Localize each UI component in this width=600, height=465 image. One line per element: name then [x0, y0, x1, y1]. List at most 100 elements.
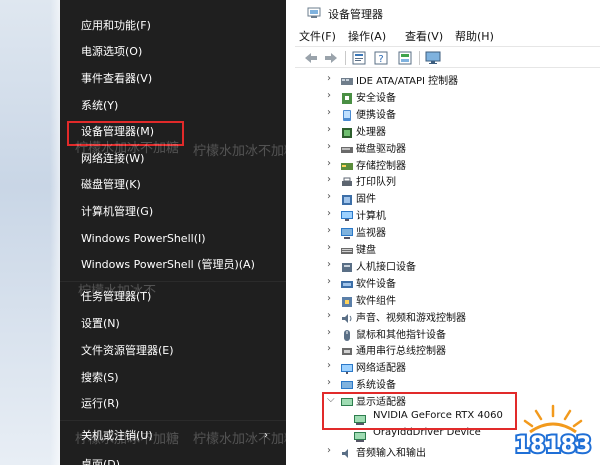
- tree-category[interactable]: › 固件: [295, 189, 600, 206]
- tree-category-label: 人机接口设备: [356, 261, 416, 273]
- winx-menu: 应用和功能(F) 电源选项(O) 事件查看器(V) 系统(Y) 设备管理器(M) 网络连接…: [60, 0, 286, 465]
- portable-device-icon: [340, 107, 354, 121]
- chevron-right-icon[interactable]: ›: [327, 141, 337, 152]
- properties-icon[interactable]: [351, 50, 367, 66]
- chevron-right-icon[interactable]: ›: [327, 310, 337, 321]
- tree-category[interactable]: › 网络适配器: [295, 358, 600, 375]
- tree-category[interactable]: › 软件组件: [295, 291, 600, 308]
- tree-category-label: 通用串行总线控制器: [356, 346, 446, 358]
- computer-icon: [340, 208, 354, 222]
- chevron-right-icon[interactable]: ›: [327, 259, 337, 270]
- tree-category[interactable]: › 软件设备: [295, 274, 600, 291]
- winx-menu-item[interactable]: 桌面(D): [81, 455, 120, 465]
- chevron-right-icon[interactable]: ›: [327, 175, 337, 185]
- processor-icon: [340, 124, 354, 138]
- title-bar: 设备管理器: [295, 0, 600, 26]
- tree-category[interactable]: › 鼠标和其他指针设备: [295, 325, 600, 342]
- system-device-icon: [340, 377, 354, 390]
- monitor-scan-icon[interactable]: [425, 50, 441, 66]
- chevron-right-icon[interactable]: ›: [327, 361, 337, 371]
- tree-category[interactable]: › 安全设备: [295, 88, 600, 105]
- tree-category-label: 磁盘驱动器: [356, 143, 406, 155]
- storage-controller-icon: [340, 158, 354, 171]
- chevron-right-icon[interactable]: ›: [327, 90, 337, 101]
- chevron-right-icon[interactable]: ›: [327, 378, 337, 388]
- forward-arrow-icon[interactable]: [323, 50, 339, 66]
- update-driver-icon[interactable]: [397, 50, 413, 66]
- chevron-right-icon[interactable]: ›: [327, 209, 337, 219]
- logo-text: 18183: [515, 433, 592, 458]
- tree-category[interactable]: › 系统设备: [295, 375, 600, 392]
- tree-category-label: 计算机: [356, 211, 386, 223]
- watermark-text: 柠檬水加冰不: [78, 284, 157, 299]
- winx-menu-item[interactable]: 计算机管理(G): [81, 202, 153, 222]
- network-adapter-icon: [340, 360, 354, 375]
- tree-category[interactable]: › 处理器: [295, 122, 600, 139]
- chevron-right-icon[interactable]: ›: [327, 158, 337, 169]
- tree-category[interactable]: › 声音、视频和游戏控制器: [295, 308, 600, 325]
- toolbar: ?: [295, 46, 600, 68]
- chevron-right-icon[interactable]: ›: [327, 276, 337, 287]
- winx-menu-item[interactable]: Windows PowerShell (管理员)(A): [81, 255, 255, 275]
- sound-icon: [340, 310, 354, 323]
- winx-menu-item[interactable]: 系统(Y): [81, 96, 118, 116]
- tree-category[interactable]: › IDE ATA/ATAPI 控制器: [295, 71, 600, 88]
- chevron-right-icon[interactable]: ›: [327, 243, 337, 253]
- winx-menu-item[interactable]: 运行(R): [81, 394, 119, 414]
- tree-category-label: 固件: [356, 194, 376, 206]
- tree-category[interactable]: › 磁盘驱动器: [295, 139, 600, 156]
- winx-menu-item[interactable]: 磁盘管理(K): [81, 175, 141, 195]
- tree-category[interactable]: › 通用串行总线控制器: [295, 341, 600, 358]
- menu-view[interactable]: 查看(V): [405, 28, 443, 44]
- print-queue-icon: [340, 174, 354, 187]
- watermark-text: 柠檬水加冰不加糖: [193, 432, 298, 447]
- security-device-icon: [340, 90, 354, 104]
- menu-file[interactable]: 文件(F): [299, 28, 336, 44]
- usb-icon: [340, 343, 354, 356]
- chevron-right-icon[interactable]: ›: [327, 74, 337, 84]
- winx-menu-item[interactable]: 电源选项(O): [81, 42, 142, 62]
- back-arrow-icon[interactable]: [303, 50, 319, 66]
- chevron-right-icon[interactable]: ›: [327, 293, 337, 304]
- winx-menu-item[interactable]: 文件资源管理器(E): [81, 341, 174, 361]
- tree-category-label: 监视器: [356, 228, 386, 240]
- menu-help[interactable]: 帮助(H): [455, 28, 494, 44]
- tree-category[interactable]: › 人机接口设备: [295, 257, 600, 274]
- tree-category-label: 声音、视频和游戏控制器: [356, 312, 466, 324]
- menu-separator: [60, 420, 286, 421]
- chevron-right-icon[interactable]: ›: [327, 124, 337, 135]
- tree-category[interactable]: › 监视器: [295, 223, 600, 240]
- winx-menu-item[interactable]: 搜索(S): [81, 368, 119, 388]
- chevron-right-icon[interactable]: ›: [327, 327, 337, 338]
- help-icon[interactable]: ?: [373, 50, 389, 66]
- chevron-right-icon[interactable]: ›: [327, 107, 337, 118]
- software-device-icon: [340, 276, 354, 289]
- chevron-right-icon[interactable]: ›: [327, 192, 337, 202]
- hid-icon: [340, 259, 354, 272]
- winx-menu-item[interactable]: Windows PowerShell(I): [81, 229, 206, 249]
- tree-category[interactable]: › 计算机: [295, 206, 600, 223]
- tree-category-label: 系统设备: [356, 380, 396, 392]
- tree-category-label: 软件组件: [356, 295, 396, 307]
- winx-menu-item[interactable]: 应用和功能(F): [81, 16, 151, 36]
- winx-menu-item[interactable]: 事件查看器(V): [81, 69, 152, 89]
- watermark-text: 柠檬水加冰不加糖: [75, 432, 180, 447]
- keyboard-icon: [340, 242, 354, 255]
- chevron-right-icon[interactable]: ›: [327, 226, 337, 236]
- mouse-icon: [340, 327, 354, 341]
- chevron-right-icon[interactable]: ›: [327, 445, 337, 456]
- audio-io-icon: [340, 445, 354, 458]
- background-strip: [0, 0, 60, 465]
- tree-category[interactable]: › 便携设备: [295, 105, 600, 122]
- tree-category-label: 鼠标和其他指针设备: [356, 329, 446, 341]
- tree-category[interactable]: › 键盘: [295, 240, 600, 257]
- tree-category-label: 音频输入和输出: [356, 447, 426, 459]
- winx-menu-item[interactable]: 设置(N): [81, 314, 120, 334]
- tree-category[interactable]: › 打印队列: [295, 172, 600, 189]
- window-title: 设备管理器: [328, 8, 383, 21]
- tree-category[interactable]: › 存储控制器: [295, 156, 600, 173]
- menu-action[interactable]: 操作(A): [348, 28, 386, 44]
- monitor-icon: [340, 225, 354, 240]
- chevron-right-icon[interactable]: ›: [327, 344, 337, 354]
- tree-category-label: 软件设备: [356, 278, 396, 290]
